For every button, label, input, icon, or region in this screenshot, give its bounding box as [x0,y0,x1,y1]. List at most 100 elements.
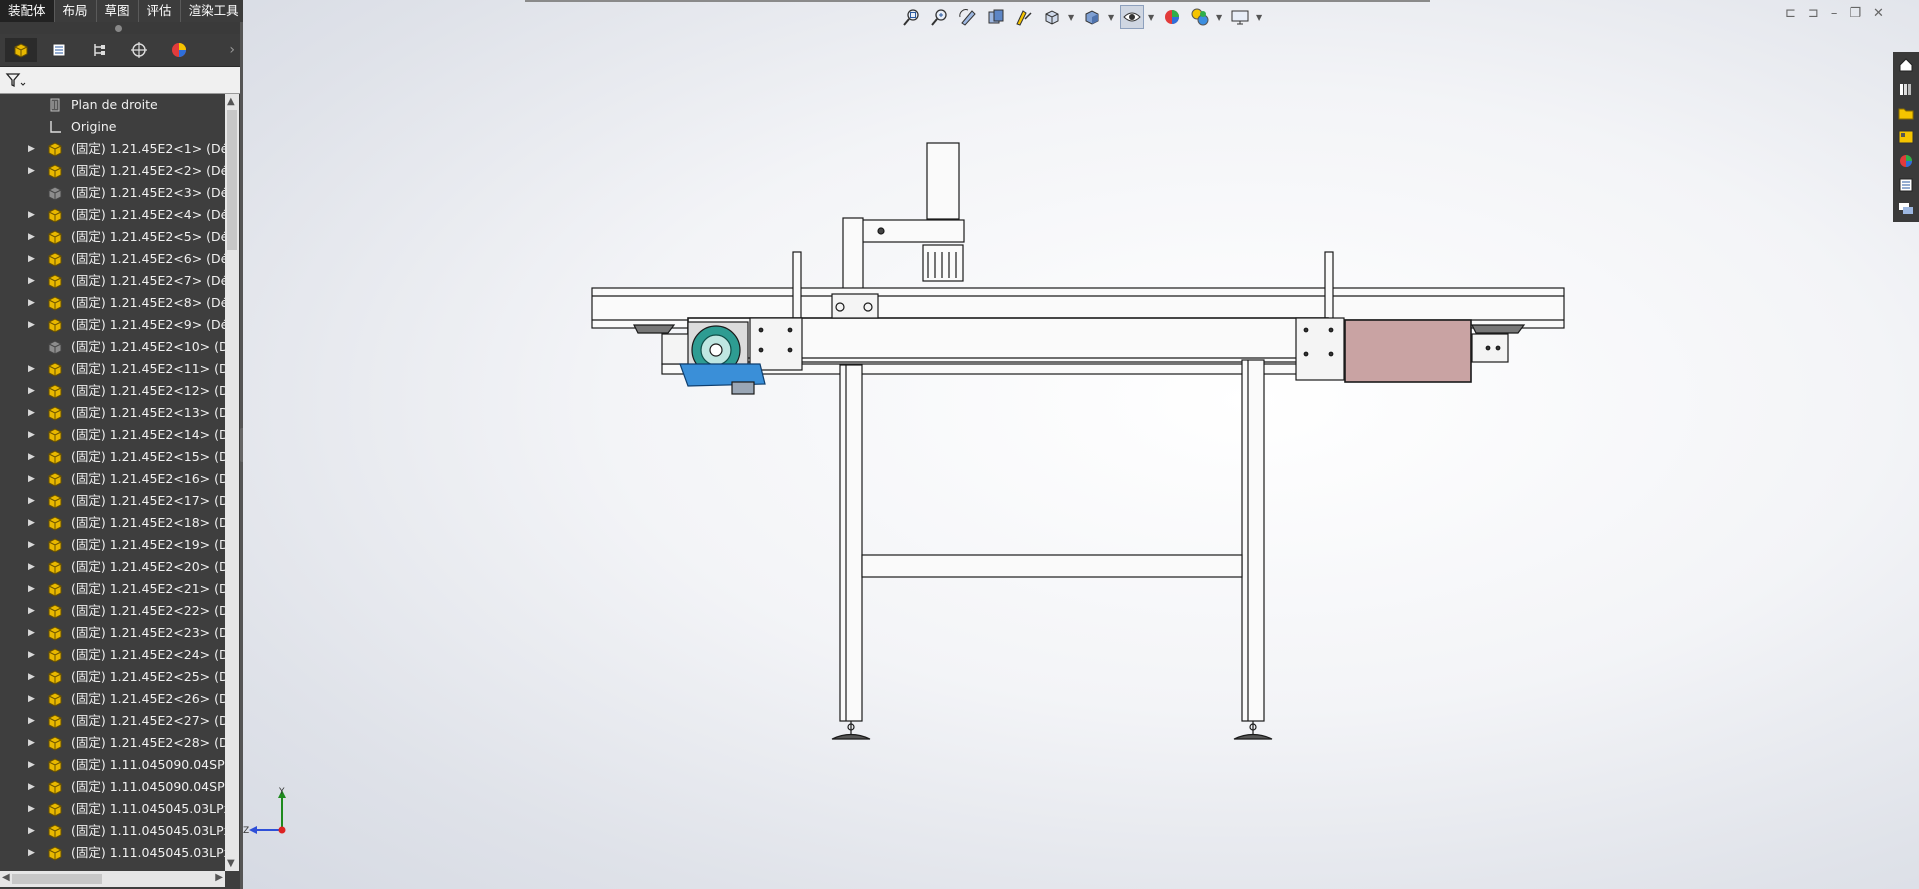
ribbon-tab[interactable]: 装配体 [0,0,55,22]
scroll-thumb[interactable] [227,110,237,250]
property-manager-tab[interactable] [43,38,75,62]
expand-arrow-icon[interactable]: ▶ [28,732,35,754]
chevron-right-icon[interactable]: ▶ [215,872,223,883]
tree-item[interactable]: ▶ (固定) 1.21.45E2<25> (Défa [0,666,225,688]
tree-vertical-scrollbar[interactable]: ▲ ▼ [225,94,239,871]
expand-arrow-icon[interactable]: ▶ [28,512,35,534]
tree-item[interactable]: ▶ (固定) 1.21.45E2<26> (Défa [0,688,225,710]
expand-arrow-icon[interactable]: ▶ [28,710,35,732]
previous-view-button[interactable] [956,5,980,29]
tree-item[interactable]: ▶ (固定) 1.21.45E2<23> (Défa [0,622,225,644]
view-orientation-button[interactable] [1040,5,1064,29]
dimxpert-manager-tab[interactable] [123,38,155,62]
apply-scene-button[interactable] [1188,5,1212,29]
expand-arrow-icon[interactable]: ▶ [28,226,35,248]
chevron-down-icon[interactable]: ▼ [1256,13,1264,22]
configuration-manager-tab[interactable] [83,38,115,62]
expand-arrow-icon[interactable]: ▶ [28,556,35,578]
panel-collapse-strip[interactable] [0,22,241,34]
tree-item[interactable]: ▶ (固定) 1.21.45E2<9> (Défau [0,314,225,336]
design-library-tab[interactable] [1895,78,1917,100]
tree-item[interactable]: ▶ (固定) 1.21.45E2<16> (Défa [0,468,225,490]
chevron-down-icon[interactable]: ▼ [1068,13,1076,22]
dynamic-annotation-button[interactable] [1012,5,1036,29]
chevron-down-icon[interactable]: ▼ [1216,13,1224,22]
file-explorer-tab[interactable] [1895,102,1917,124]
tree-item[interactable]: ▶ (固定) 1.21.45E2<13> (Défa [0,402,225,424]
display-manager-tab[interactable] [163,38,195,62]
tree-item[interactable]: ▶ (固定) 1.11.045045.03LPx74 [0,820,225,842]
expand-arrow-icon[interactable]: ▶ [28,292,35,314]
expand-arrow-icon[interactable]: ▶ [28,798,35,820]
close-icon[interactable]: ✕ [1873,6,1884,21]
expand-arrow-icon[interactable]: ▶ [28,622,35,644]
tree-item[interactable]: ▶ (固定) 1.21.45E2<14> (Défa [0,424,225,446]
tree-item[interactable]: ▶ (固定) 1.21.45E2<6> (Défau [0,248,225,270]
tree-item[interactable]: ▶ (固定) 1.21.45E2<20> (Défa [0,556,225,578]
expand-arrow-icon[interactable]: ▶ [28,754,35,776]
expand-arrow-icon[interactable]: ▶ [28,270,35,292]
tree-item[interactable]: ▶ (固定) 1.21.45E2<4> (Défau [0,204,225,226]
tree-item[interactable]: ▶ (固定) 1.21.45E2<15> (Défa [0,446,225,468]
tree-item[interactable]: ▶ (固定) 1.11.045090.04SPx12 [0,754,225,776]
tree-item[interactable]: ▶ (固定) 1.21.45E2<5> (Défau [0,226,225,248]
expand-arrow-icon[interactable]: ▶ [28,820,35,842]
tree-item[interactable]: Origine [0,116,225,138]
conveyor-assembly-model[interactable] [580,135,1580,755]
tree-item[interactable]: ▶ (固定) 1.11.045090.04SPx12 [0,776,225,798]
tree-item[interactable]: ▶ (固定) 1.21.45E2<17> (Défa [0,490,225,512]
expand-arrow-icon[interactable]: ▶ [28,776,35,798]
appearances-tab[interactable] [1895,150,1917,172]
tree-item[interactable]: ▶ (固定) 1.21.45E2<8> (Défau [0,292,225,314]
expand-arrow-icon[interactable]: ▶ [28,358,35,380]
tree-item[interactable]: ▶ (固定) 1.11.045045.03LPx78 [0,842,225,864]
tree-item[interactable]: ▶ (固定) 1.21.45E2<28> (Défa [0,732,225,754]
view-settings-button[interactable] [1228,5,1252,29]
tree-item[interactable]: ▶ (固定) 1.21.45E2<27> (Défa [0,710,225,732]
scroll-thumb[interactable] [12,874,102,884]
tree-item[interactable]: (固定) 1.21.45E2<3> (Défau [0,182,225,204]
expand-arrow-icon[interactable]: ▶ [28,402,35,424]
tree-item[interactable]: ▶ (固定) 1.21.45E2<1> (Défau [0,138,225,160]
section-view-button[interactable] [984,5,1008,29]
zoom-to-fit-button[interactable] [900,5,924,29]
expand-arrow-icon[interactable]: ▶ [28,666,35,688]
chevron-left-icon[interactable]: ◀ [2,872,10,883]
expand-arrow-icon[interactable]: ▶ [28,380,35,402]
tree-item[interactable]: (固定) 1.21.45E2<10> (Défa [0,336,225,358]
expand-arrow-icon[interactable]: ▶ [28,644,35,666]
tree-item[interactable]: ▶ (固定) 1.21.45E2<12> (Défa [0,380,225,402]
expand-arrow-icon[interactable]: ▶ [28,314,35,336]
expand-arrow-icon[interactable]: ▶ [28,490,35,512]
custom-properties-tab[interactable] [1895,174,1917,196]
ribbon-tab[interactable]: 布局 [55,0,97,22]
expand-arrow-icon[interactable]: ▶ [28,578,35,600]
tree-item[interactable]: ▶ (固定) 1.21.45E2<7> (Défau [0,270,225,292]
feature-manager-tab[interactable] [5,38,37,62]
chevron-up-icon[interactable]: ▲ [227,96,235,107]
tree-item[interactable]: ▶ (固定) 1.21.45E2<11> (Défa [0,358,225,380]
edit-appearance-button[interactable] [1160,5,1184,29]
display-style-button[interactable] [1080,5,1104,29]
chevron-right-icon[interactable]: › [229,42,235,58]
expand-arrow-icon[interactable]: ▶ [28,248,35,270]
ribbon-tab[interactable]: 草图 [97,0,139,22]
tree-horizontal-scrollbar[interactable]: ◀ ▶ [0,871,225,887]
ribbon-tab[interactable]: 评估 [139,0,181,22]
tree-item[interactable]: ▶ (固定) 1.21.45E2<18> (Défa [0,512,225,534]
expand-arrow-icon[interactable]: ▶ [28,204,35,226]
tree-item[interactable]: ▶ (固定) 1.11.045045.03LPx74 [0,798,225,820]
tree-item[interactable]: ▶ (固定) 1.21.45E2<24> (Défa [0,644,225,666]
expand-arrow-icon[interactable]: ▶ [28,842,35,864]
hide-show-items-button[interactable] [1120,5,1144,29]
expand-arrow-icon[interactable]: ▶ [28,446,35,468]
restore-icon[interactable]: ❐ [1849,6,1861,21]
expand-arrow-icon[interactable]: ▶ [28,160,35,182]
chevron-down-icon[interactable]: ▼ [1148,13,1156,22]
tree-item[interactable]: Plan de droite [0,94,225,116]
zoom-to-area-button[interactable] [928,5,952,29]
view-palette-tab[interactable] [1895,126,1917,148]
expand-arrow-icon[interactable]: ▶ [28,138,35,160]
expand-arrow-icon[interactable]: ▶ [28,468,35,490]
expand-arrow-icon[interactable]: ▶ [28,688,35,710]
